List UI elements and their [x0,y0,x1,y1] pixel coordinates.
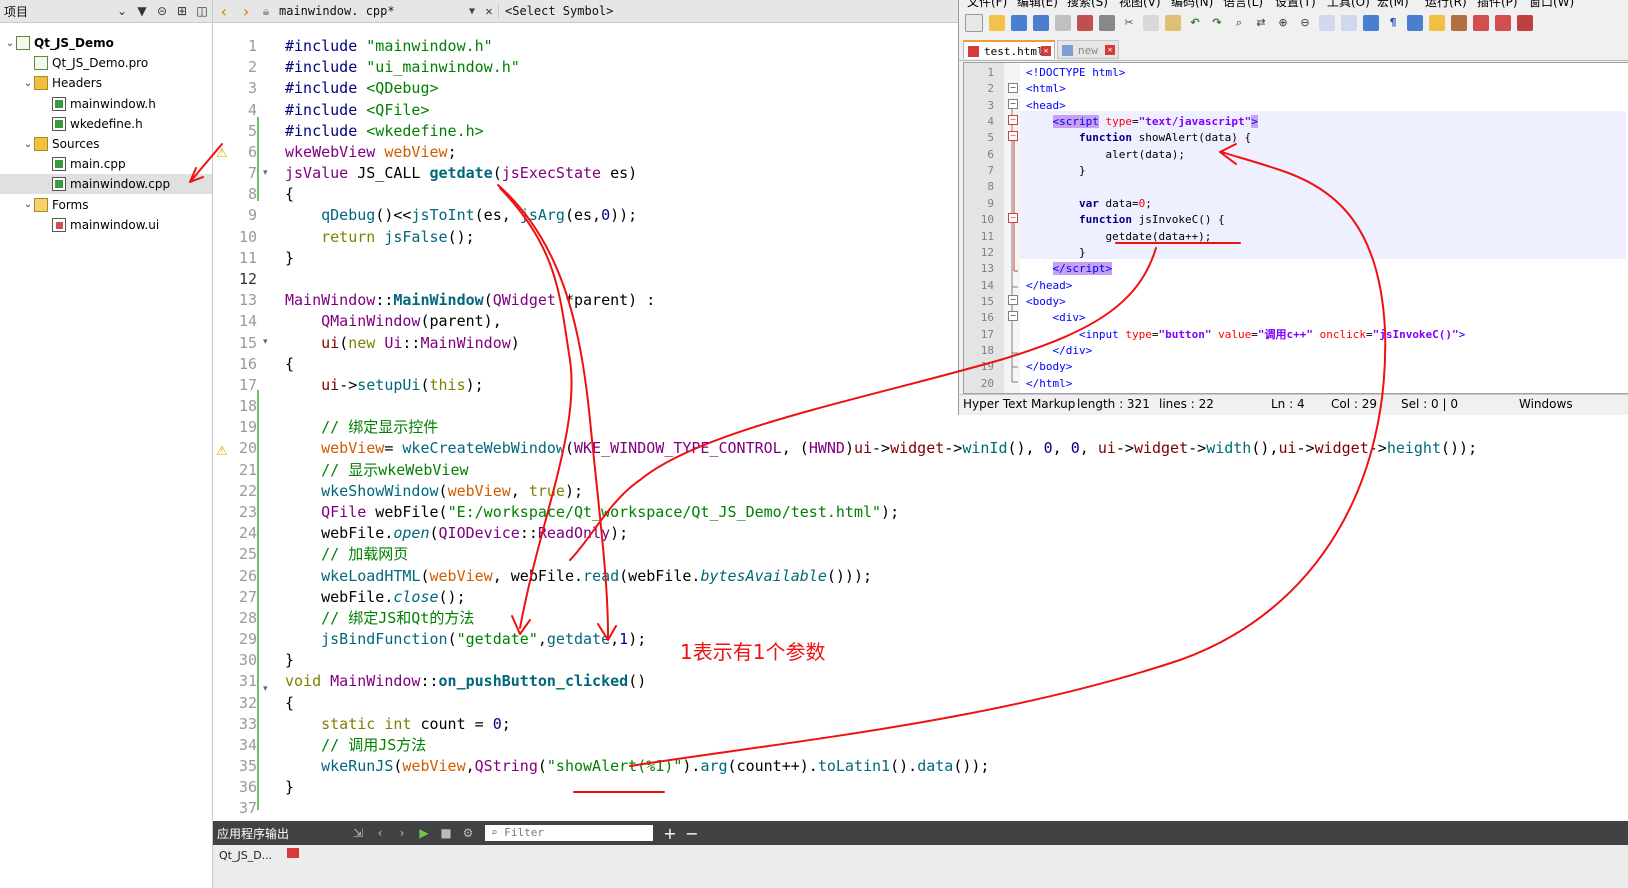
file-pointer-arrow [189,143,223,183]
annotation-arrows [189,143,1387,793]
html-getdate-arrow [569,247,1157,561]
showalert-arrow [629,151,1387,767]
getdate-func-arrow [497,184,609,637]
getdate-name-arrow [499,187,573,629]
